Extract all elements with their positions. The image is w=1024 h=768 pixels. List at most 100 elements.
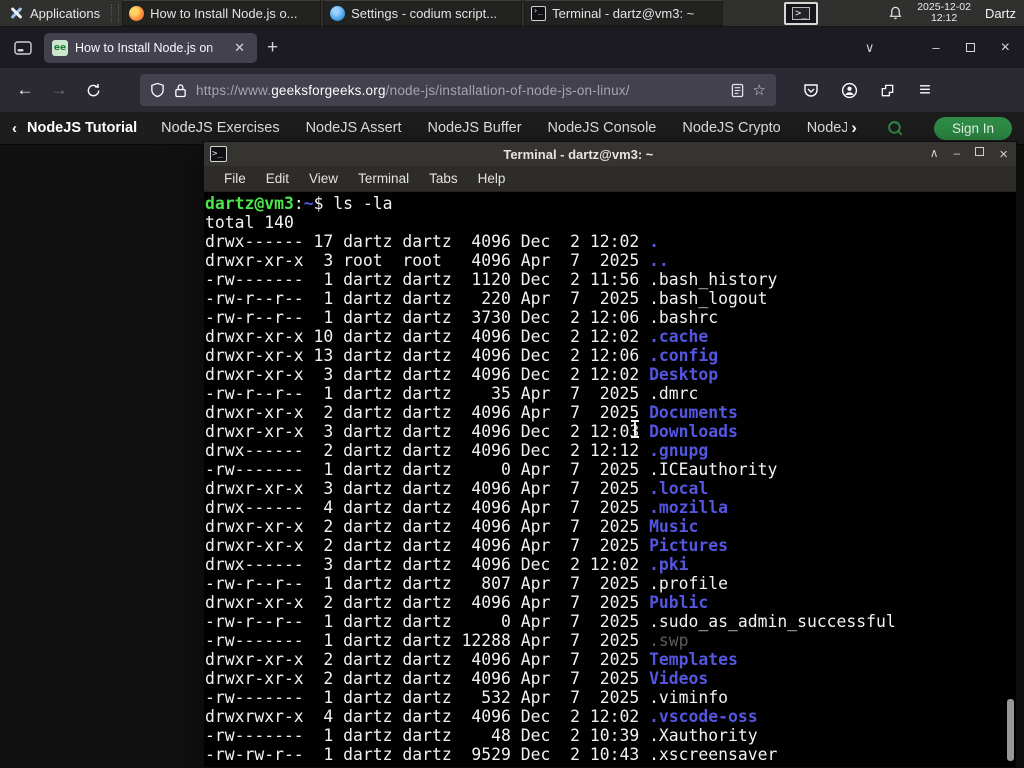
gfg-favicon: ee <box>52 39 68 56</box>
terminal-window-icon: >_ <box>210 146 227 162</box>
top-panel: Applications How to Install Node.js o...… <box>0 0 1024 27</box>
tab-title-fade <box>207 32 233 63</box>
terminal-line: -rw-r--r-- 1 dartz dartz 220 Apr 7 2025 … <box>205 289 768 308</box>
reader-mode-icon[interactable] <box>731 83 744 98</box>
terminal-menu-item[interactable]: Edit <box>256 171 299 186</box>
clock-time: 12:12 <box>930 12 958 24</box>
terminal-line: -rw-rw-r-- 1 dartz dartz 9529 Dec 2 10:4… <box>205 745 778 764</box>
nav-item[interactable]: NodeJS Console <box>548 120 657 136</box>
terminal-line: drwx------ 2 dartz dartz 4096 Dec 2 12:1… <box>205 441 709 460</box>
terminal-minimize-button[interactable]: – <box>954 147 961 162</box>
search-icon[interactable] <box>887 120 904 137</box>
nav-item[interactable]: NodeJS Buffer <box>428 120 522 136</box>
nav-item[interactable]: NodeJS Exercises <box>161 120 279 136</box>
tab-bar: ee How to Install Node.js on ✕ + ∨ – × <box>0 27 1024 68</box>
whisker-menu-icon <box>8 5 24 21</box>
terminal-close-button[interactable]: × <box>999 147 1008 162</box>
terminal-line: -rw-r--r-- 1 dartz dartz 35 Apr 7 2025 .… <box>205 384 699 403</box>
applications-label: Applications <box>30 5 101 21</box>
terminal-launcher-button[interactable]: >_ <box>784 1 819 25</box>
nav-item[interactable]: NodeJS Crypto <box>682 120 780 136</box>
terminal-maximize-button[interactable] <box>975 146 985 156</box>
lock-icon[interactable] <box>174 83 187 98</box>
terminal-line: drwxr-xr-x 2 dartz dartz 4096 Apr 7 2025… <box>205 403 738 422</box>
terminal-scrollbar-thumb[interactable] <box>1007 699 1014 761</box>
account-icon[interactable] <box>834 75 864 105</box>
window-icon <box>330 5 346 21</box>
taskbar: How to Install Node.js o... Settings - c… <box>122 0 724 26</box>
terminal-title: Terminal - dartz@vm3: ~ <box>503 146 654 162</box>
clock[interactable]: 2025-12-02 12:12 <box>917 2 971 24</box>
taskbar-window-button[interactable]: Terminal - dartz@vm3: ~ <box>524 0 724 26</box>
terminal-line: drwxr-xr-x 3 dartz dartz 4096 Dec 2 12:0… <box>205 365 719 384</box>
terminal-menu-item[interactable]: File <box>214 171 256 186</box>
applications-menu-button[interactable]: Applications <box>0 0 108 26</box>
window-title-label: How to Install Node.js o... <box>150 5 298 21</box>
browser-minimize-button[interactable]: – <box>932 41 939 54</box>
taskbar-window-button[interactable]: Settings - codium script... <box>323 0 523 26</box>
terminal-menu-item[interactable]: View <box>299 171 348 186</box>
terminal-output[interactable]: dartz@vm3:~$ ls -la total 140 drwx------… <box>204 192 1016 767</box>
menu-hamburger-icon[interactable]: ≡ <box>910 75 940 105</box>
browser-maximize-button[interactable] <box>965 43 975 52</box>
firefox-view-icon[interactable] <box>12 37 34 59</box>
tracking-shield-icon[interactable] <box>150 82 165 98</box>
url-scheme: https://www. <box>196 82 272 98</box>
url-bar[interactable]: https://www.geeksforgeeks.org/node-js/in… <box>140 74 776 106</box>
terminal-line: -rw-r--r-- 1 dartz dartz 807 Apr 7 2025 … <box>205 574 729 593</box>
back-button[interactable]: ← <box>10 75 40 105</box>
terminal-menu-item[interactable]: Terminal <box>348 171 419 186</box>
terminal-line: -rw------- 1 dartz dartz 0 Apr 7 2025 .I… <box>205 460 778 479</box>
terminal-line: drwxr-xr-x 3 root root 4096 Apr 7 2025 .… <box>205 251 669 270</box>
terminal-title-bar[interactable]: >_ Terminal - dartz@vm3: ~ ∧ – × <box>204 142 1016 166</box>
nav-item[interactable]: NodeJS Assert <box>306 120 402 136</box>
terminal-window: >_ Terminal - dartz@vm3: ~ ∧ – × File Ed… <box>203 141 1017 768</box>
nav-back-chevron-icon[interactable]: ‹ <box>12 120 17 137</box>
sign-in-button[interactable]: Sign In <box>933 116 1012 140</box>
terminal-menu-item[interactable]: Tabs <box>419 171 468 186</box>
window-icon <box>531 5 547 21</box>
terminal-line: drwxr-xr-x 3 dartz dartz 4096 Apr 7 2025… <box>205 479 709 498</box>
taskbar-window-button[interactable]: How to Install Node.js o... <box>122 0 322 26</box>
terminal-launcher-icon: >_ <box>792 6 811 20</box>
terminal-line: drwx------ 4 dartz dartz 4096 Apr 7 2025… <box>205 498 729 517</box>
window-title-label: Settings - codium script... <box>351 5 498 21</box>
pocket-icon[interactable] <box>796 75 826 105</box>
terminal-line: drwxrwxr-x 4 dartz dartz 4096 Dec 2 12:0… <box>205 707 758 726</box>
terminal-line: -rw-r--r-- 1 dartz dartz 3730 Dec 2 12:0… <box>205 308 719 327</box>
url-path: /node-js/installation-of-node-js-on-linu… <box>385 82 630 98</box>
browser-close-button[interactable]: × <box>1001 39 1010 56</box>
mouse-text-cursor <box>631 420 639 438</box>
extensions-icon[interactable] <box>872 75 902 105</box>
panel-separator <box>111 4 120 22</box>
window-icon <box>129 5 145 21</box>
user-menu[interactable]: Dartz <box>985 6 1016 21</box>
terminal-line: drwxr-xr-x 10 dartz dartz 4096 Dec 2 12:… <box>205 327 709 346</box>
notification-bell-icon[interactable] <box>888 6 903 21</box>
terminal-line: total 140 <box>205 213 294 232</box>
terminal-line: drwxr-xr-x 2 dartz dartz 4096 Apr 7 2025… <box>205 517 699 536</box>
terminal-line: -rw------- 1 dartz dartz 12288 Apr 7 202… <box>205 631 689 650</box>
nav-item-nodejs-tutorial[interactable]: NodeJS Tutorial <box>27 120 137 136</box>
list-all-tabs-chevron-icon[interactable]: ∨ <box>865 40 875 56</box>
terminal-line: -rw-r--r-- 1 dartz dartz 0 Apr 7 2025 .s… <box>205 612 896 631</box>
terminal-line: drwx------ 17 dartz dartz 4096 Dec 2 12:… <box>205 232 659 251</box>
tab-title: How to Install Node.js on <box>75 40 214 55</box>
forward-button[interactable]: → <box>44 75 74 105</box>
nav-item[interactable]: NodeJS DNS <box>807 120 848 136</box>
browser-tab[interactable]: ee How to Install Node.js on ✕ <box>44 32 257 63</box>
terminal-shade-button[interactable]: ∧ <box>930 147 939 162</box>
terminal-menu-bar: File Edit View Terminal Tabs Help <box>204 166 1016 192</box>
url-text: https://www.geeksforgeeks.org/node-js/in… <box>196 83 722 98</box>
terminal-line: drwxr-xr-x 2 dartz dartz 4096 Apr 7 2025… <box>205 650 738 669</box>
nav-more-chevron-icon[interactable]: › <box>851 118 857 138</box>
new-tab-button[interactable]: + <box>257 37 288 59</box>
prompt-separator: : <box>293 194 304 213</box>
terminal-line: drwxr-xr-x 2 dartz dartz 4096 Apr 7 2025… <box>205 536 729 555</box>
reload-button[interactable] <box>78 75 108 105</box>
nav-items: NodeJS Exercises NodeJS Assert NodeJS Bu… <box>161 120 847 136</box>
bookmark-star-icon[interactable]: ☆ <box>753 81 766 99</box>
prompt-user-host: dartz@vm3 <box>205 194 294 213</box>
terminal-menu-item[interactable]: Help <box>468 171 516 186</box>
terminal-line: drwxr-xr-x 13 dartz dartz 4096 Dec 2 12:… <box>205 346 719 365</box>
